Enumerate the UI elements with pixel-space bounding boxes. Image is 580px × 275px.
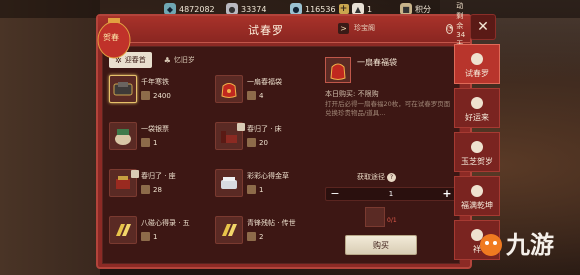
purchase-limit: 本日购买: 不限购 [325,90,379,98]
tab-full-fortune[interactable]: 福满乾坤 [454,176,500,216]
shop-item[interactable]: 彩彩心得金草 1 [215,169,315,205]
cup-icon: ♣ [163,55,171,65]
red-pouch-icon [325,57,351,83]
item-name: 一扇春福袋 [247,78,282,86]
flower-icon [471,185,483,197]
price-value: 1 [259,185,264,194]
currency-icon [247,185,256,194]
currency-icon [141,185,150,194]
cost-amount: 0/1 [387,217,397,224]
shop-item[interactable]: 一扇春福袋 4 [215,75,315,111]
tab-label: 玉芝贺岁 [461,157,493,166]
red-pouch-icon [215,75,243,103]
currency-icon [247,138,256,147]
item-description: 打开后必得一扇春福20枚，可在试春罗页面兑换珍贵物品/道具... [325,100,451,117]
price-value: 1 [153,138,158,147]
tab-label: 好运来 [465,113,489,122]
shop-item[interactable]: 春归了 · 座 28 [109,169,209,205]
price-value: 2400 [153,91,171,100]
cost-item-icon [365,207,385,227]
quantity-value[interactable]: 1 [376,190,406,198]
lock-icon [131,170,139,178]
money-bag-icon [109,122,137,150]
price-value: 2 [259,232,264,241]
watermark: 九游 [478,212,578,272]
silver-amount: 33374 [241,4,267,14]
stamina-amount: 1 [367,4,373,14]
item-name: 春归了 · 座 [141,172,176,180]
chevron-right-icon[interactable]: > [338,23,349,34]
item-name: 八碰心得录 · 五 [141,219,190,227]
shop-item[interactable]: 八碰心得录 · 五 1 [109,216,209,252]
currency-icon [141,232,150,241]
detail-item-name: 一扇春福袋 [357,58,397,67]
silver-box-icon [215,169,243,197]
item-price: 2400 [141,90,171,101]
decrease-button[interactable]: − [328,188,342,200]
item-name: 彩彩心得金草 [247,172,289,180]
buy-button[interactable]: 购买 [345,235,417,255]
item-name: 千年寒铁 [141,78,169,86]
flower-icon [471,97,483,109]
currency-icon [141,91,150,100]
tab-good-luck[interactable]: 好运来 [454,88,500,128]
item-name: 春归了 · 床 [247,125,282,133]
panel-header: 试春罗 > 珍宝阁 ◔ 活动剩余 34天13时 [98,2,470,66]
currency-icon [247,232,256,241]
subtab-label: 忆旧岁 [173,56,195,64]
item-price: 28 [141,184,162,195]
close-button[interactable]: ✕ [470,14,496,40]
price-value: 20 [259,138,268,147]
tab-label: 试春罗 [465,69,489,78]
price-value: 28 [153,185,162,194]
source-label: 获取途径 [357,173,385,181]
question-icon: ? [387,172,396,182]
flower-icon [471,53,483,65]
item-grid: 千年寒铁 2400 一扇春福袋 4 一袋银票 1 春归了 · 床 20 春归了 … [109,75,317,263]
coin-amount: 116536 [305,4,336,14]
points-label: 积分 [415,4,431,14]
quantity-stepper: − 1 + [325,187,457,201]
tab-try-spring[interactable]: 试春罗 [454,44,500,84]
item-price: 2 [247,231,263,242]
shop-item[interactable]: 千年寒铁 2400 [109,75,209,111]
add-coin-button[interactable]: + [338,4,349,14]
shop-panel: 试春罗 > 珍宝阁 ◔ 活动剩余 34天13时 ✲ 迎春首 ♣ 忆旧岁 [96,2,472,269]
item-price: 4 [247,90,263,101]
item-price: 1 [141,137,157,148]
mascot-icon [480,234,502,256]
flower-icon [471,141,483,153]
currency-icon [141,138,150,147]
treasure-pavilion-link[interactable]: 珍宝阁 [354,23,375,33]
shop-item[interactable]: 青锋残帖 · 传世 2 [215,216,315,252]
currency-icon [247,91,256,100]
tab-jade-new-year[interactable]: 玉芝贺岁 [454,132,500,172]
item-price: 1 [247,184,263,195]
event-timer: ◔ 活动剩余 34天13时 [446,2,470,66]
price-value: 4 [259,91,264,100]
acquisition-source[interactable]: 获取途径 ? [357,171,396,183]
shop-item[interactable]: 一袋银票 1 [109,122,209,158]
gold-book-icon [109,216,137,244]
lantern-text: 贺春 [103,33,119,42]
shop-item[interactable]: 春归了 · 床 20 [215,122,315,158]
watermark-text: 九游 [506,230,554,259]
iron-ore-icon [109,75,137,103]
gold-book-icon [215,216,243,244]
item-name: 一袋银票 [141,125,169,133]
clock-icon: ◔ [446,23,454,34]
jade-amount: 4872082 [179,4,215,14]
price-value: 1 [153,232,158,241]
shop-content: ✲ 迎春首 ♣ 忆旧岁 千年寒铁 2400 一扇春福袋 4 一袋银票 1 春归了… [102,46,460,264]
item-name: 青锋残帖 · 传世 [247,219,296,227]
item-price: 20 [247,137,268,148]
lock-icon [237,123,245,131]
item-price: 1 [141,231,157,242]
increase-button[interactable]: + [440,188,454,200]
background-wall [0,0,100,275]
panel-title: 试春罗 [248,24,284,37]
item-detail: 一扇春福袋 本日购买: 不限购 打开后必得一扇春福20枚，可在试春罗页面兑换珍贵… [325,51,457,261]
tab-label: 福满乾坤 [461,201,493,210]
subtab-old-year[interactable]: ♣ 忆旧岁 [158,52,201,68]
